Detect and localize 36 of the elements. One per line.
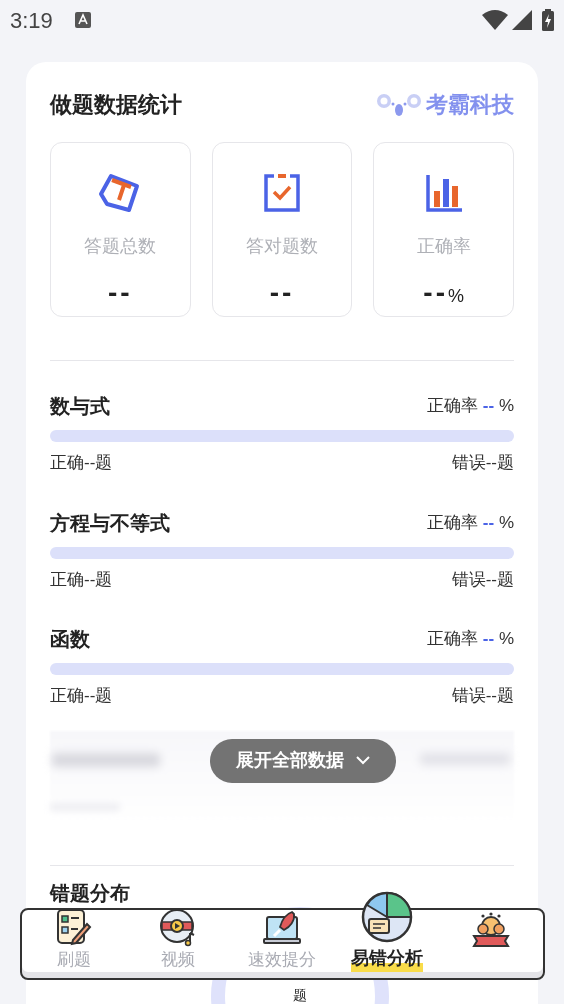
tab-item[interactable]: 易错分析 bbox=[338, 889, 435, 972]
wrong-count: 错误--题 bbox=[451, 452, 514, 474]
signal-icon bbox=[512, 10, 532, 30]
correct-count: 正确--题 bbox=[50, 452, 113, 474]
section-title: 错题分布 bbox=[50, 881, 130, 904]
topic-title: 方程与不等式 bbox=[50, 510, 170, 536]
clipboard-check-icon bbox=[262, 173, 302, 213]
accuracy-rate: 正确率 -- % bbox=[427, 628, 514, 651]
wifi-icon bbox=[482, 10, 508, 30]
keyboard-notification-icon bbox=[74, 12, 91, 28]
chart-center-label: 题 bbox=[293, 987, 307, 1002]
stat-label: 答对题数 bbox=[246, 235, 318, 258]
wrong-count: 错误--题 bbox=[451, 568, 514, 591]
stat-value: --% bbox=[423, 276, 464, 310]
brand-logo-text: 考霸科技 bbox=[426, 91, 514, 119]
correct-count: 正确--题 bbox=[50, 685, 113, 707]
stat-value: -- bbox=[108, 276, 133, 310]
tab-item[interactable]: 刷题 bbox=[26, 906, 123, 972]
koala-logo-icon bbox=[376, 92, 422, 117]
section-title: 做题数据统计 bbox=[50, 91, 182, 119]
accuracy-rate: 正确率 -- % bbox=[427, 395, 514, 418]
chevron-down-icon bbox=[356, 756, 370, 765]
stat-value: -- bbox=[269, 276, 295, 310]
stat-label: 答题总数 bbox=[84, 235, 157, 258]
wrong-count: 错误--题 bbox=[451, 685, 514, 707]
tab-item[interactable]: 视频 bbox=[130, 906, 227, 972]
bar-chart-icon bbox=[423, 173, 464, 213]
topic-title: 函数 bbox=[50, 627, 90, 652]
battery-charging-icon bbox=[542, 9, 554, 31]
clock-time: 3:19 bbox=[10, 6, 53, 35]
topic-title: 数与式 bbox=[50, 394, 110, 419]
correct-count: 正确--题 bbox=[50, 568, 113, 591]
expand-button[interactable]: 展开全部数据 bbox=[210, 738, 396, 783]
tab-item[interactable]: 速效提分 bbox=[234, 906, 331, 972]
stat-label: 正确率 bbox=[416, 235, 471, 258]
accuracy-rate: 正确率 -- % bbox=[427, 511, 514, 534]
